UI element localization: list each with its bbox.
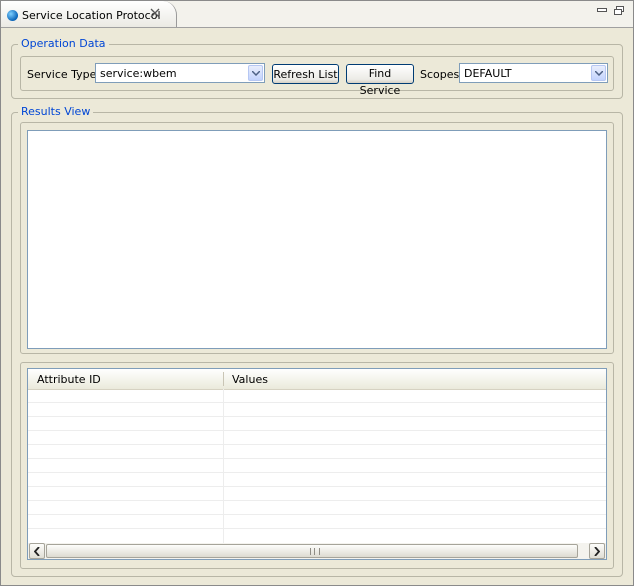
- grip-icon: [310, 548, 320, 555]
- table-row: [28, 529, 606, 543]
- refresh-list-button[interactable]: Refresh List: [272, 64, 339, 84]
- table-row: [28, 487, 606, 501]
- table-row: [28, 515, 606, 529]
- operation-data-panel: Service Type service:wbem Refresh List F…: [20, 56, 614, 97]
- chevron-down-icon[interactable]: [248, 65, 263, 81]
- table-row: [28, 417, 606, 431]
- scopes-combo[interactable]: DEFAULT: [459, 63, 608, 83]
- view-tab-bar: Service Location Protocol: [1, 1, 633, 28]
- table-row: [28, 431, 606, 445]
- column-header-values[interactable]: Values: [232, 373, 268, 386]
- minimize-icon[interactable]: [597, 6, 607, 18]
- tab-title: Service Location Protocol: [22, 9, 161, 22]
- service-type-value: service:wbem: [100, 67, 177, 80]
- chevron-down-icon[interactable]: [591, 65, 606, 81]
- table-header: Attribute ID Values: [28, 369, 606, 390]
- find-service-button[interactable]: Find Service: [346, 64, 414, 97]
- slp-globe-icon: [7, 10, 18, 21]
- table-row: [28, 403, 606, 417]
- table-row: [28, 459, 606, 473]
- results-list[interactable]: [27, 130, 607, 349]
- scroll-left-icon[interactable]: [29, 543, 45, 559]
- attributes-table[interactable]: Attribute ID Values: [27, 368, 607, 560]
- close-icon[interactable]: [150, 8, 160, 21]
- column-header-attribute-id[interactable]: Attribute ID: [37, 373, 101, 386]
- table-row: [28, 501, 606, 515]
- table-row: [28, 389, 606, 403]
- service-type-combo[interactable]: service:wbem: [95, 63, 265, 83]
- slp-view: Service Location Protocol Operation Data…: [0, 0, 634, 586]
- scroll-thumb[interactable]: [46, 544, 578, 558]
- scopes-label: Scopes: [420, 68, 460, 81]
- operation-data-group: Operation Data Service Type service:wbem…: [11, 37, 623, 99]
- maximize-icon[interactable]: [614, 6, 624, 18]
- results-view-title: Results View: [18, 105, 94, 118]
- operation-data-title: Operation Data: [18, 37, 109, 50]
- table-row: [28, 445, 606, 459]
- table-row: [28, 473, 606, 487]
- scroll-right-icon[interactable]: [589, 543, 605, 559]
- horizontal-scrollbar[interactable]: [28, 543, 606, 559]
- column-divider[interactable]: [223, 372, 224, 386]
- service-type-label: Service Type: [27, 68, 97, 81]
- scopes-value: DEFAULT: [464, 67, 512, 80]
- tab-service-location-protocol[interactable]: Service Location Protocol: [1, 1, 177, 27]
